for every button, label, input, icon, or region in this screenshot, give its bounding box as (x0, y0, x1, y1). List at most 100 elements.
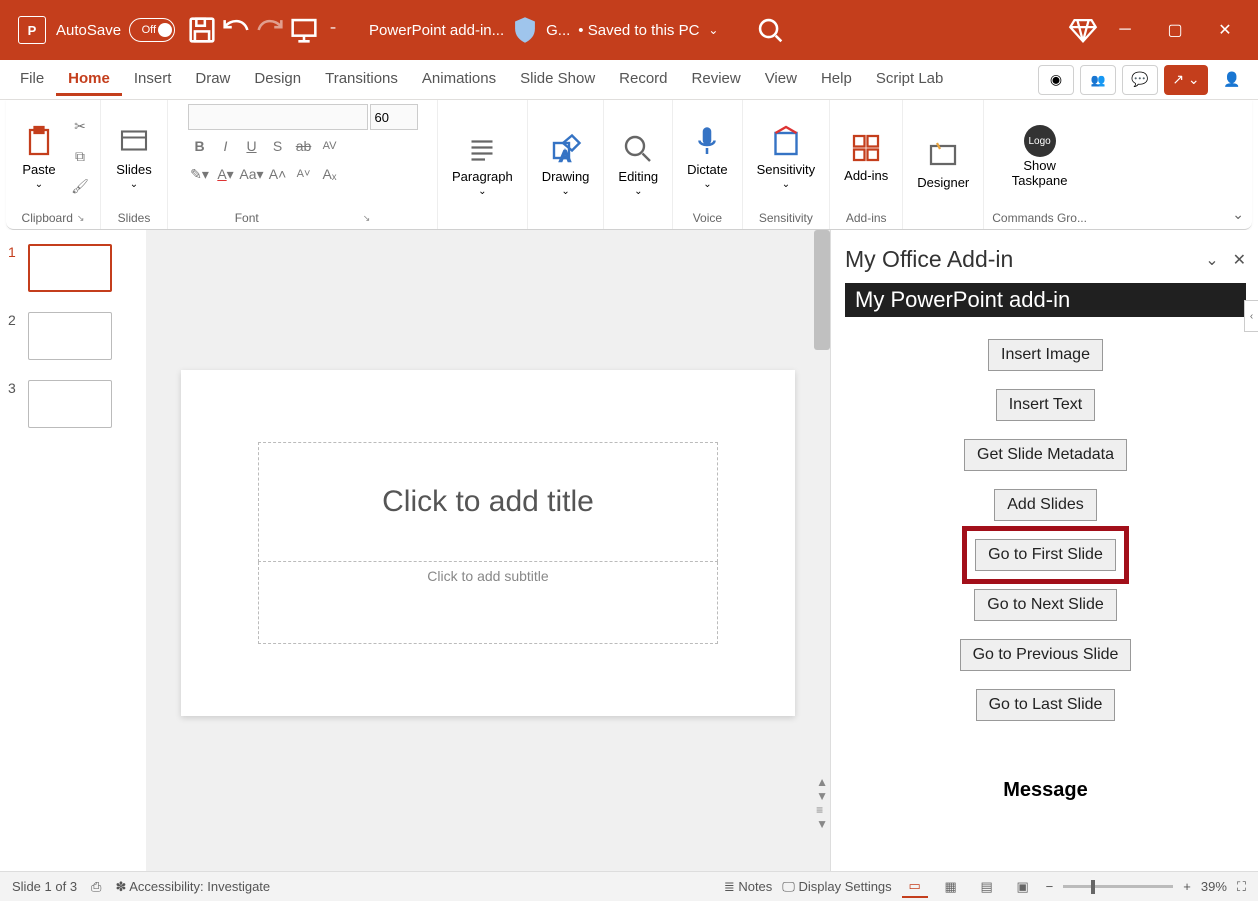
shield-icon[interactable] (508, 13, 542, 47)
save-icon[interactable] (185, 13, 219, 47)
slides-button[interactable]: Slides⌄ (109, 122, 159, 192)
tab-view[interactable]: View (753, 64, 809, 96)
group-addins: Add-ins Add-ins (830, 100, 903, 229)
dictate-button[interactable]: Dictate⌄ (681, 122, 733, 192)
chevron-down-icon[interactable]: ⌄ (703, 13, 723, 47)
taskpane-add-slides-button[interactable]: Add Slides (994, 489, 1097, 521)
designer-button[interactable]: Designer (911, 135, 975, 192)
account-button[interactable]: 👤 (1214, 65, 1250, 95)
drawing-button[interactable]: ADrawing⌄ (536, 129, 596, 199)
thumbnail-slide-3[interactable]: 3 (8, 380, 138, 428)
teams-button[interactable]: 👥 (1080, 65, 1116, 95)
taskpane-go-to-last-slide-button[interactable]: Go to Last Slide (976, 689, 1116, 721)
paste-button[interactable]: Paste⌄ (14, 122, 64, 192)
strike-icon[interactable]: ab (292, 134, 316, 158)
taskpane-insert-text-button[interactable]: Insert Text (996, 389, 1096, 421)
show-taskpane-button[interactable]: LogoShow Taskpane (1006, 123, 1074, 190)
cut-icon[interactable]: ✂ (68, 115, 92, 139)
shadow-icon[interactable]: S (266, 134, 290, 158)
dialog-launcher-icon[interactable]: ↘ (363, 213, 371, 224)
tab-help[interactable]: Help (809, 64, 864, 96)
tab-home[interactable]: Home (56, 64, 122, 96)
tab-review[interactable]: Review (680, 64, 753, 96)
notes-button[interactable]: ≣ Notes (724, 879, 772, 895)
zoom-level[interactable]: 39% (1201, 879, 1227, 894)
tab-insert[interactable]: Insert (122, 64, 184, 96)
copy-icon[interactable]: ⧉ (68, 145, 92, 169)
change-case-icon[interactable]: Aa▾ (240, 162, 264, 186)
sorter-view-icon[interactable]: ▦ (938, 876, 964, 898)
taskpane-insert-image-button[interactable]: Insert Image (988, 339, 1103, 371)
qat-more-icon[interactable]: ⁼ (321, 13, 345, 47)
taskpane-go-to-previous-slide-button[interactable]: Go to Previous Slide (960, 639, 1132, 671)
addins-button[interactable]: Add-ins (838, 128, 894, 185)
presenter-icon[interactable]: ⎙ (91, 879, 101, 895)
thumbnail-pane[interactable]: 1 2 3 (0, 230, 146, 871)
tab-file[interactable]: File (8, 64, 56, 96)
tab-draw[interactable]: Draw (183, 64, 242, 96)
font-size-combo[interactable] (370, 104, 418, 130)
zoom-slider[interactable] (1063, 885, 1173, 888)
slide-editor[interactable]: Click to add title Click to add subtitle… (146, 230, 830, 871)
redo-icon[interactable] (253, 13, 287, 47)
dialog-launcher-icon[interactable]: ↘ (77, 213, 85, 224)
autosave-toggle[interactable]: Off (129, 18, 175, 42)
reading-view-icon[interactable]: ▤ (974, 876, 1000, 898)
spacing-icon[interactable]: AV (318, 134, 342, 158)
bold-icon[interactable]: B (188, 134, 212, 158)
undo-icon[interactable] (219, 13, 253, 47)
sensitivity-button[interactable]: Sensitivity⌄ (751, 122, 822, 192)
record-button[interactable]: ◉ (1038, 65, 1074, 95)
ribbon-tabs: FileHomeInsertDrawDesignTransitionsAnima… (0, 60, 1258, 100)
subtitle-placeholder[interactable]: Click to add subtitle (258, 562, 718, 644)
italic-icon[interactable]: I (214, 134, 238, 158)
thumbnail-slide-2[interactable]: 2 (8, 312, 138, 360)
tab-record[interactable]: Record (607, 64, 679, 96)
accessibility-status[interactable]: ✽ Accessibility: Investigate (115, 879, 270, 895)
vertical-scrollbar[interactable] (814, 230, 830, 350)
slide-counter[interactable]: Slide 1 of 3 (12, 879, 77, 894)
present-icon[interactable] (287, 13, 321, 47)
close-button[interactable]: ✕ (1200, 10, 1250, 50)
comments-button[interactable]: 💬 (1122, 65, 1158, 95)
grow-font-icon[interactable]: A˄ (266, 162, 290, 186)
autosave[interactable]: AutoSave Off (56, 18, 175, 42)
tab-slide-show[interactable]: Slide Show (508, 64, 607, 96)
tab-script-lab[interactable]: Script Lab (864, 64, 956, 96)
zoom-out-button[interactable]: − (1046, 879, 1054, 894)
taskpane-go-to-first-slide-button[interactable]: Go to First Slide (975, 539, 1116, 571)
display-settings-button[interactable]: 🖵 Display Settings (782, 879, 891, 895)
taskpane-close-icon[interactable]: ✕ (1233, 250, 1246, 270)
title-placeholder[interactable]: Click to add title (258, 442, 718, 562)
slideshow-view-icon[interactable]: ▣ (1010, 876, 1036, 898)
taskpane-menu-icon[interactable]: ⌄ (1205, 250, 1218, 270)
thumbnail-slide-1[interactable]: 1 (8, 244, 138, 292)
search-icon[interactable] (753, 13, 787, 47)
fit-to-window-icon[interactable]: ⛶ (1237, 879, 1246, 895)
highlight-icon[interactable]: ✎▾ (188, 162, 212, 186)
shrink-font-icon[interactable]: A˅ (292, 162, 316, 186)
maximize-button[interactable]: ▢ (1150, 10, 1200, 50)
zoom-in-button[interactable]: + (1183, 879, 1191, 894)
format-painter-icon[interactable]: 🖌 (68, 175, 92, 199)
tab-transitions[interactable]: Transitions (313, 64, 410, 96)
diamond-icon[interactable] (1066, 13, 1100, 47)
slide-nav-arrows[interactable]: ▲▼≡▼ (816, 775, 828, 831)
share-button[interactable]: ↗ ⌄ (1164, 65, 1208, 95)
tab-design[interactable]: Design (242, 64, 313, 96)
collapse-ribbon-icon[interactable]: ⌄ (1232, 206, 1244, 223)
taskpane-get-slide-metadata-button[interactable]: Get Slide Metadata (964, 439, 1127, 471)
normal-view-icon[interactable]: ▭ (902, 876, 928, 898)
clear-format-icon[interactable]: Aₓ (318, 162, 342, 186)
underline-icon[interactable]: U (240, 134, 264, 158)
paragraph-button[interactable]: Paragraph⌄ (446, 129, 519, 199)
font-color-icon[interactable]: A▾ (214, 162, 238, 186)
taskpane-go-to-next-slide-button[interactable]: Go to Next Slide (974, 589, 1117, 621)
slide-canvas[interactable]: Click to add title Click to add subtitle (181, 370, 795, 716)
taskpane-expand-tab[interactable]: ‹ (1244, 300, 1258, 332)
tab-animations[interactable]: Animations (410, 64, 508, 96)
minimize-button[interactable]: ─ (1100, 10, 1150, 50)
save-status[interactable]: • Saved to this PC (574, 22, 703, 39)
editing-button[interactable]: Editing⌄ (612, 129, 664, 199)
font-name-combo[interactable] (188, 104, 368, 130)
